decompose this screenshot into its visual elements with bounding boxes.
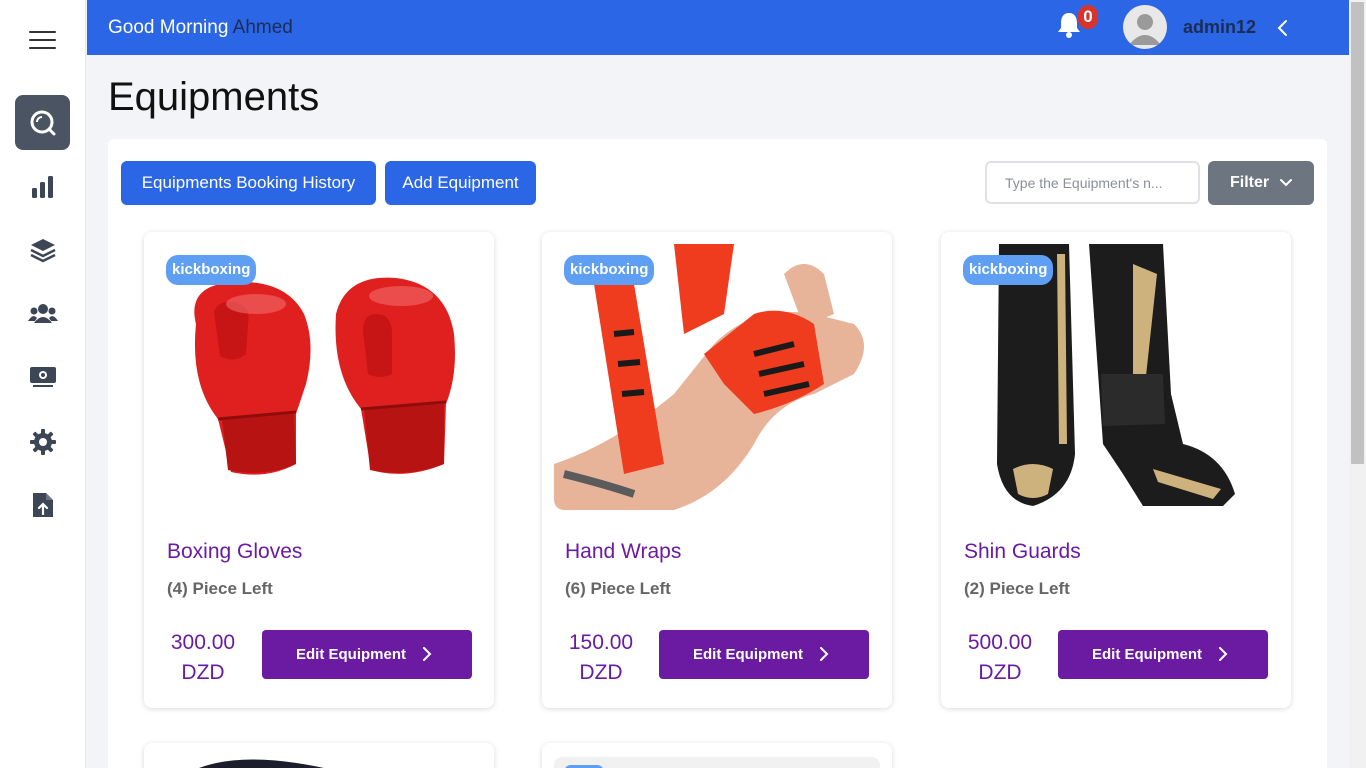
category-tag: kickboxing	[166, 255, 257, 285]
edit-equipment-label: Edit Equipment	[1092, 646, 1202, 663]
category-tag: kickboxing	[564, 255, 655, 285]
edit-equipment-button[interactable]: Edit Equipment	[262, 630, 472, 679]
equipment-price: 150.00 DZD	[560, 628, 642, 688]
bar-chart-icon	[31, 175, 53, 198]
admin-username[interactable]: admin12	[1183, 17, 1256, 38]
sidebar-item-members[interactable]	[15, 286, 70, 341]
menu-icon[interactable]	[29, 31, 56, 49]
scrollbar-thumb[interactable]	[1351, 2, 1364, 464]
greeting-text: Good Morning	[108, 17, 229, 38]
price-currency: DZD	[181, 661, 225, 684]
chevron-right-icon	[423, 647, 432, 661]
edit-equipment-button[interactable]: Edit Equipment	[659, 630, 869, 679]
equipment-card-partial	[144, 743, 494, 768]
boxing-glove-right-icon	[335, 277, 455, 474]
sidebar-item-statistics[interactable]	[15, 159, 70, 214]
sidebar-item-search[interactable]	[15, 95, 70, 150]
shin-guard-right-icon	[1089, 244, 1235, 506]
greeting: Good Morning Ahmed	[108, 17, 293, 39]
chevron-down-icon	[1280, 179, 1292, 187]
notification-badge: 0	[1078, 5, 1098, 29]
equipment-card: kickboxing Boxing Gloves (4) Piece Left …	[144, 232, 494, 708]
equipment-card: kickboxing Hand Wraps (6) Piece Left 150…	[542, 232, 892, 708]
booking-history-button[interactable]: Equipments Booking History	[121, 161, 376, 205]
equipment-card: kickboxing Shin Guards (2) Piece Left 50…	[941, 232, 1291, 708]
equipment-price: 300.00 DZD	[162, 628, 244, 688]
top-bar: Good Morning Ahmed 0 admin12	[87, 0, 1349, 55]
chevron-right-icon	[820, 647, 829, 661]
layers-icon	[29, 238, 56, 262]
equipment-stock: (4) Piece Left	[167, 579, 273, 598]
equipment-card-partial	[542, 743, 892, 768]
money-icon	[29, 366, 56, 387]
avatar[interactable]	[1123, 5, 1167, 49]
chevron-left-icon[interactable]	[1276, 18, 1290, 38]
search-icon	[30, 110, 55, 135]
equipment-stock: (6) Piece Left	[565, 579, 671, 598]
price-amount: 300.00	[170, 631, 236, 654]
users-icon	[27, 303, 58, 323]
user-avatar-icon	[1129, 14, 1161, 45]
edit-equipment-label: Edit Equipment	[693, 646, 803, 663]
price-currency: DZD	[579, 661, 623, 684]
page-title: Equipments	[108, 75, 320, 119]
price-currency: DZD	[978, 661, 1022, 684]
filter-button[interactable]: Filter	[1208, 161, 1314, 205]
file-upload-icon	[32, 492, 53, 517]
price-amount: 150.00	[568, 631, 634, 654]
price-amount: 500.00	[967, 631, 1033, 654]
equipment-name: Shin Guards	[964, 540, 1081, 563]
greeting-user-name: Ahmed	[232, 17, 293, 38]
equipment-name: Hand Wraps	[565, 540, 682, 563]
chevron-right-icon	[1219, 647, 1228, 661]
sidebar	[0, 0, 86, 768]
equipment-stock: (2) Piece Left	[964, 579, 1070, 598]
sidebar-item-settings[interactable]	[15, 414, 70, 469]
sidebar-item-layers[interactable]	[15, 222, 70, 277]
equipment-price: 500.00 DZD	[959, 628, 1041, 688]
edit-equipment-label: Edit Equipment	[296, 646, 406, 663]
add-equipment-button[interactable]: Add Equipment	[385, 161, 536, 205]
edit-equipment-button[interactable]: Edit Equipment	[1058, 630, 1268, 679]
equipment-name: Boxing Gloves	[167, 540, 303, 563]
filter-label: Filter	[1230, 174, 1270, 191]
sidebar-item-reports[interactable]	[15, 477, 70, 532]
boxing-glove-left-icon	[194, 281, 311, 475]
gear-icon	[29, 428, 56, 455]
category-tag: kickboxing	[963, 255, 1054, 285]
sidebar-item-payments[interactable]	[15, 349, 70, 404]
equipment-search-input[interactable]	[985, 161, 1200, 204]
